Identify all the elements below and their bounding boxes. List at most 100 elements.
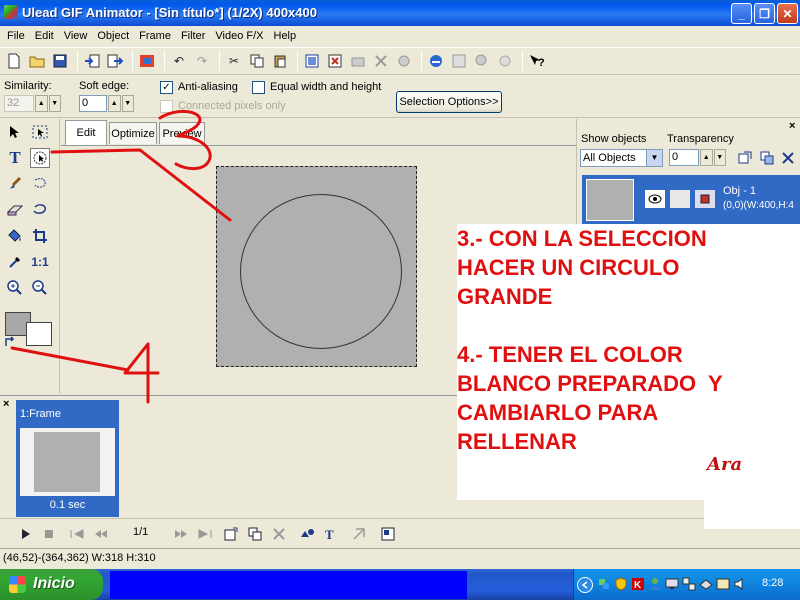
text-tool-icon[interactable]: T: [5, 148, 25, 168]
window-title: Ulead GIF Animator - [Sin título*] (1/2X…: [22, 5, 317, 20]
export-icon[interactable]: [105, 51, 125, 71]
menu-object[interactable]: Object: [92, 30, 134, 42]
spin-up-icon[interactable]: ▲: [108, 95, 121, 112]
paintbrush-tool-icon[interactable]: [5, 174, 25, 194]
menu-file[interactable]: File: [2, 30, 30, 42]
frame-properties-icon[interactable]: [302, 51, 322, 71]
transparency-input[interactable]: 0: [669, 149, 699, 166]
eye-icon[interactable]: [645, 190, 665, 208]
object-properties-icon[interactable]: [735, 148, 755, 168]
last-frame-icon: [196, 525, 214, 543]
actual-size-button[interactable]: 1:1: [30, 252, 50, 272]
similarity-label: Similarity:: [4, 80, 52, 92]
cut-icon[interactable]: ✂: [224, 51, 244, 71]
similarity-input: 32: [4, 95, 34, 112]
delete-object-icon[interactable]: [778, 148, 798, 168]
import-icon[interactable]: [82, 51, 102, 71]
crop-tool-icon[interactable]: [30, 226, 50, 246]
transform-icon: [371, 51, 391, 71]
optimize-wizard-icon[interactable]: [137, 51, 157, 71]
spin-down-icon[interactable]: ▼: [121, 95, 134, 112]
frame-properties-button-icon[interactable]: [379, 525, 397, 543]
image-canvas[interactable]: [216, 166, 417, 367]
restore-button[interactable]: ❐: [754, 3, 775, 24]
messenger-icon[interactable]: [648, 577, 662, 591]
menu-help[interactable]: Help: [269, 30, 302, 42]
browser-preview-icon[interactable]: [426, 51, 446, 71]
duplicate-frame-icon[interactable]: [246, 525, 264, 543]
transparency-spinner[interactable]: ▲ ▼: [700, 149, 726, 166]
marquee-tool-icon[interactable]: [30, 122, 50, 142]
start-button[interactable]: Inicio: [0, 569, 103, 600]
menu-video-fx[interactable]: Video F/X: [210, 30, 268, 42]
lock-toggle[interactable]: [670, 190, 690, 208]
transparency-label: Transparency: [667, 133, 734, 145]
lasso-tool-icon[interactable]: [30, 174, 50, 194]
program-tray-icon[interactable]: [716, 577, 730, 591]
add-frame-icon[interactable]: [325, 51, 345, 71]
close-button[interactable]: ✕: [777, 3, 798, 24]
tutorial-instructions-text: 3.- CON LA SELECCION HACER UN CIRCULO GR…: [457, 226, 723, 454]
antivirus-icon[interactable]: K: [631, 577, 645, 591]
frame-delay: 0.1 sec: [49, 499, 86, 511]
ellipse-selection-tool-icon[interactable]: [30, 148, 50, 168]
zoom-out-icon[interactable]: [30, 278, 50, 298]
duplicate-object-icon[interactable]: [757, 148, 777, 168]
help-icon[interactable]: ?: [527, 51, 547, 71]
new-file-icon[interactable]: [4, 51, 24, 71]
minimize-button[interactable]: _: [731, 3, 752, 24]
ellipse-selection[interactable]: [240, 194, 402, 349]
zoom-in-icon[interactable]: [5, 278, 25, 298]
menu-bar: File Edit View Object Frame Filter Video…: [0, 26, 800, 46]
object-info: (0,0)(W:400,H:4: [723, 200, 794, 211]
eraser-tool-icon[interactable]: [5, 200, 25, 220]
tween-frames-icon[interactable]: [298, 525, 316, 543]
volume-icon[interactable]: [733, 577, 747, 591]
save-icon[interactable]: [50, 51, 70, 71]
pick-tool-icon[interactable]: [5, 122, 25, 142]
show-hidden-icons-icon[interactable]: [577, 577, 593, 593]
network-icon[interactable]: [597, 577, 611, 591]
menu-view[interactable]: View: [59, 30, 93, 42]
open-folder-icon[interactable]: [27, 51, 47, 71]
copy-icon[interactable]: [247, 51, 267, 71]
frames-panel-close-icon[interactable]: ×: [3, 398, 9, 410]
redo-icon: ↷: [196, 54, 208, 68]
soft-edge-spinner[interactable]: ▲ ▼: [108, 95, 134, 112]
equal-width-height-checkbox[interactable]: [252, 81, 265, 94]
banner-text-frame-icon[interactable]: T: [322, 525, 340, 543]
objects-panel-close-icon[interactable]: ×: [789, 120, 795, 132]
windows-logo-icon: [9, 576, 26, 593]
frame-thumbnail-item[interactable]: 1:Frame 0.1 sec: [16, 400, 119, 517]
previous-frame-icon: [92, 525, 110, 543]
tab-optimize[interactable]: Optimize: [109, 122, 157, 144]
paste-icon[interactable]: [270, 51, 290, 71]
selection-options-button[interactable]: Selection Options>>: [396, 91, 502, 113]
play-icon[interactable]: [17, 525, 35, 543]
show-objects-select[interactable]: All Objects ▼: [580, 149, 663, 167]
display-icon[interactable]: [665, 577, 679, 591]
soft-edge-input[interactable]: 0: [79, 95, 107, 112]
tab-edit[interactable]: Edit: [65, 120, 107, 145]
spin-up-icon[interactable]: ▲: [700, 149, 713, 166]
usb-device-icon[interactable]: [699, 577, 713, 591]
background-color-swatch[interactable]: [26, 322, 52, 346]
tab-preview[interactable]: Preview: [159, 122, 205, 144]
menu-edit[interactable]: Edit: [30, 30, 59, 42]
clock[interactable]: 8:28: [762, 577, 783, 589]
taskbar-band: [110, 571, 467, 599]
object-thumbnail: [586, 179, 634, 221]
connections-icon[interactable]: [682, 577, 696, 591]
menu-frame[interactable]: Frame: [134, 30, 176, 42]
eyedropper-tool-icon[interactable]: [5, 252, 25, 272]
security-shield-icon[interactable]: [614, 577, 628, 591]
swap-colors-icon[interactable]: [2, 335, 18, 349]
menu-filter[interactable]: Filter: [176, 30, 210, 42]
object-row[interactable]: Obj - 1 (0,0)(W:400,H:4: [582, 175, 800, 225]
spin-down-icon[interactable]: ▼: [713, 149, 726, 166]
ellipse-tool-icon[interactable]: [30, 200, 50, 220]
paint-bucket-tool-icon[interactable]: [5, 226, 25, 246]
undo-icon[interactable]: ↶: [169, 51, 189, 71]
anti-aliasing-checkbox[interactable]: ✓: [160, 81, 173, 94]
add-frame-button-icon[interactable]: [222, 525, 240, 543]
